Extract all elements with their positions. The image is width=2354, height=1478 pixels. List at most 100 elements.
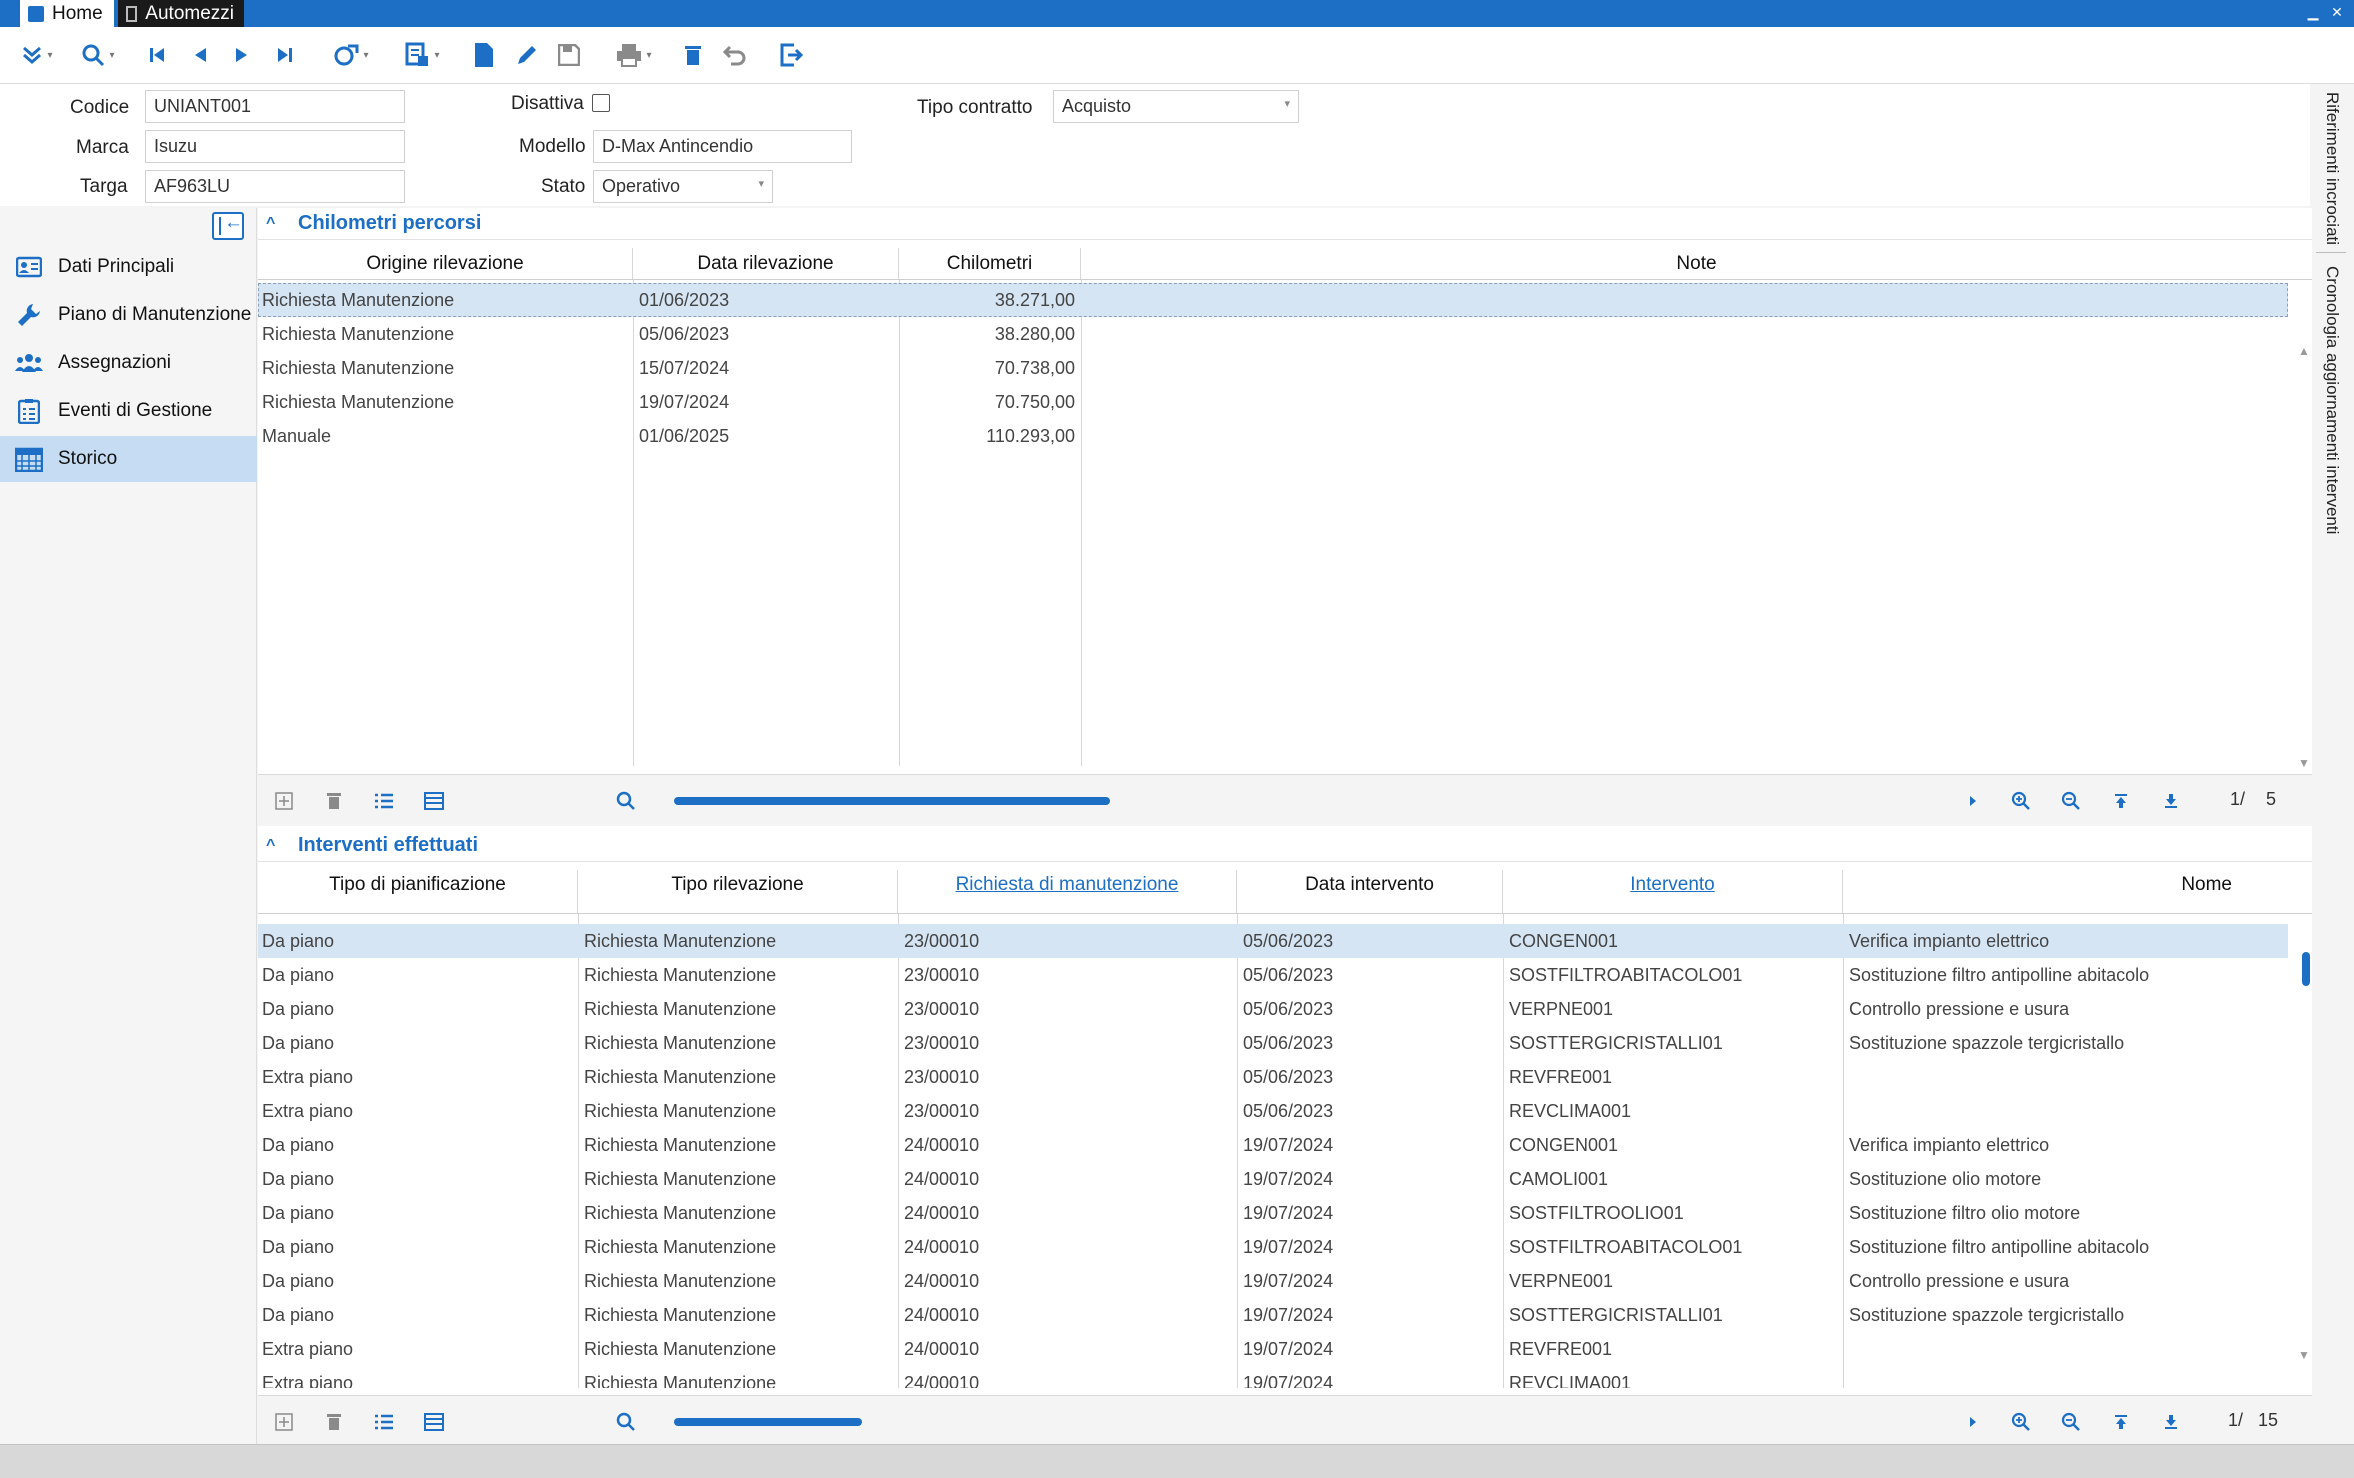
last-record-icon[interactable]: [272, 40, 298, 70]
detail-view-icon[interactable]: [419, 786, 449, 816]
go-bottom-icon[interactable]: [2156, 786, 2186, 816]
first-record-icon[interactable]: [144, 40, 170, 70]
zoom-out-icon[interactable]: [2056, 1407, 2086, 1437]
column-header-tipo-rilevazione[interactable]: Tipo rilevazione: [578, 870, 898, 913]
column-header-intervento[interactable]: Intervento: [1503, 870, 1843, 913]
scroll-right-icon[interactable]: [1958, 1407, 1988, 1437]
sidebar-item-piano-manutenzione[interactable]: Piano di Manutenzione: [0, 292, 257, 338]
table-row[interactable]: Richiesta Manutenzione 15/07/2024 70.738…: [258, 351, 2288, 385]
column-header-note[interactable]: Note: [1081, 248, 2312, 279]
search-icon[interactable]: [611, 1407, 641, 1437]
print-icon[interactable]: ▾: [608, 40, 660, 70]
table-row[interactable]: Da piano Richiesta Manutenzione 24/00010 19…: [258, 1196, 2288, 1230]
cell-data-intervento: 19/07/2024: [1243, 1373, 1334, 1388]
link-icon[interactable]: ▾: [326, 40, 376, 70]
scroll-down-icon[interactable]: ▼: [2298, 1348, 2310, 1362]
table-row[interactable]: Da piano Richiesta Manutenzione 23/00010 05…: [258, 958, 2288, 992]
vertical-scrollbar-thumb[interactable]: [2302, 952, 2310, 986]
table-row[interactable]: Extra piano Richiesta Manutenzione 23/0001…: [258, 1060, 2288, 1094]
sidebar-item-eventi-gestione[interactable]: Eventi di Gestione: [0, 388, 257, 434]
new-document-icon[interactable]: [470, 40, 498, 70]
sidebar-item-storico[interactable]: Storico: [0, 436, 257, 482]
codice-field[interactable]: UNIANT001: [145, 90, 405, 123]
cell-intervento: CONGEN001: [1509, 1135, 1619, 1155]
tipo-contratto-select[interactable]: Acquisto ▾: [1053, 90, 1299, 123]
save-icon[interactable]: [555, 40, 583, 70]
cell-note: [1083, 283, 2283, 317]
horizontal-scrollbar-thumb[interactable]: [674, 1418, 862, 1426]
table-row[interactable]: Extra piano Richiesta Manutenzione 23/0001…: [258, 1094, 2288, 1128]
horizontal-scrollbar-thumb[interactable]: [674, 797, 1110, 805]
table-row[interactable]: Richiesta Manutenzione 01/06/2023 38.271…: [258, 283, 2288, 317]
cell-nome: Sostituzione spazzole tergicristallo: [1849, 1305, 2125, 1325]
zoom-in-icon[interactable]: [2006, 1407, 2036, 1437]
zoom-out-icon[interactable]: [2056, 786, 2086, 816]
undo-icon[interactable]: [720, 40, 750, 70]
marca-field[interactable]: Isuzu: [145, 130, 405, 163]
collapse-sidebar-icon[interactable]: [212, 212, 244, 240]
home-icon: [28, 5, 44, 22]
report-icon[interactable]: ▾: [396, 40, 448, 70]
disattiva-checkbox[interactable]: [592, 94, 610, 112]
cell-data: 15/07/2024: [639, 358, 730, 378]
stato-select[interactable]: Operativo ▾: [593, 170, 773, 203]
cronologia-aggiornamenti-tab[interactable]: Cronologia aggiornamenti interventi: [2322, 266, 2342, 534]
table-row[interactable]: Richiesta Manutenzione 05/06/2023 38.280…: [258, 317, 2288, 351]
search-icon[interactable]: ▾: [74, 40, 122, 70]
table-row[interactable]: Da piano Richiesta Manutenzione 23/00010 05…: [258, 992, 2288, 1026]
stato-label: Stato: [541, 176, 586, 197]
modello-field[interactable]: D-Max Antincendio: [593, 130, 852, 163]
table-row[interactable]: Da piano Richiesta Manutenzione 24/00010 19…: [258, 1230, 2288, 1264]
sidebar-item-assegnazioni[interactable]: Assegnazioni: [0, 340, 257, 386]
edit-icon[interactable]: [512, 40, 542, 70]
go-top-icon[interactable]: [2106, 1407, 2136, 1437]
column-header-richiesta-manutenzione[interactable]: Richiesta di manutenzione: [898, 870, 1237, 913]
add-row-icon[interactable]: [269, 1407, 299, 1437]
minimize-icon[interactable]: ▁: [2304, 3, 2322, 21]
table-row[interactable]: Da piano Richiesta Manutenzione 24/00010 19…: [258, 1128, 2288, 1162]
scroll-down-icon[interactable]: ▼: [2298, 756, 2310, 770]
detail-view-icon[interactable]: [419, 1407, 449, 1437]
delete-row-icon[interactable]: [319, 1407, 349, 1437]
table-row[interactable]: Da piano Richiesta Manutenzione 24/00010 19…: [258, 1264, 2288, 1298]
column-header-data-rilevazione[interactable]: Data rilevazione: [633, 248, 899, 279]
column-header-chilometri[interactable]: Chilometri: [899, 248, 1081, 279]
interventi-section-header[interactable]: ^ Interventi effettuati: [258, 830, 2312, 862]
table-row[interactable]: Da piano Richiesta Manutenzione 23/00010 05…: [258, 924, 2288, 958]
go-top-icon[interactable]: [2106, 786, 2136, 816]
exit-icon[interactable]: [776, 40, 806, 70]
table-row[interactable]: Da piano Richiesta Manutenzione 24/00010 19…: [258, 1162, 2288, 1196]
sidebar-item-dati-principali[interactable]: Dati Principali: [0, 244, 257, 290]
zoom-in-icon[interactable]: [2006, 786, 2036, 816]
delete-icon[interactable]: [680, 40, 706, 70]
list-view-icon[interactable]: [369, 786, 399, 816]
previous-record-icon[interactable]: [188, 40, 212, 70]
cell-richiesta: 23/00010: [904, 999, 980, 1019]
expand-all-icon[interactable]: ▾: [14, 40, 60, 70]
table-row[interactable]: Manuale 01/06/2025 110.293,00: [258, 419, 2288, 453]
column-header-tipo-pianificazione[interactable]: Tipo di pianificazione: [258, 870, 578, 913]
tab-home[interactable]: Home: [20, 0, 114, 27]
riferimenti-incrociati-tab[interactable]: Riferimenti incrociati: [2322, 92, 2342, 245]
table-row[interactable]: Richiesta Manutenzione 19/07/2024 70.750…: [258, 385, 2288, 419]
targa-field[interactable]: AF963LU: [145, 170, 405, 203]
close-icon[interactable]: ✕: [2328, 3, 2346, 21]
column-header-origine[interactable]: Origine rilevazione: [258, 248, 633, 279]
scroll-right-icon[interactable]: [1958, 786, 1988, 816]
column-header-data-intervento[interactable]: Data intervento: [1237, 870, 1503, 913]
list-view-icon[interactable]: [369, 1407, 399, 1437]
table-row[interactable]: Da piano Richiesta Manutenzione 24/00010 19…: [258, 1298, 2288, 1332]
cell-nome: Verifica impianto elettrico: [1849, 931, 2050, 951]
chilometri-section-header[interactable]: ^ Chilometri percorsi: [258, 208, 2312, 240]
table-row[interactable]: Extra piano Richiesta Manutenzione 24/0001…: [258, 1366, 2288, 1388]
table-row[interactable]: Da piano Richiesta Manutenzione 23/00010 05…: [258, 1026, 2288, 1060]
next-record-icon[interactable]: [230, 40, 254, 70]
scroll-up-icon[interactable]: ▲: [2298, 344, 2310, 358]
search-icon[interactable]: [611, 786, 641, 816]
column-header-nome[interactable]: Nome: [1843, 870, 2312, 913]
delete-row-icon[interactable]: [319, 786, 349, 816]
table-row[interactable]: Extra piano Richiesta Manutenzione 24/0001…: [258, 1332, 2288, 1366]
add-row-icon[interactable]: [269, 786, 299, 816]
tab-automezzi[interactable]: Automezzi: [118, 0, 244, 27]
go-bottom-icon[interactable]: [2156, 1407, 2186, 1437]
